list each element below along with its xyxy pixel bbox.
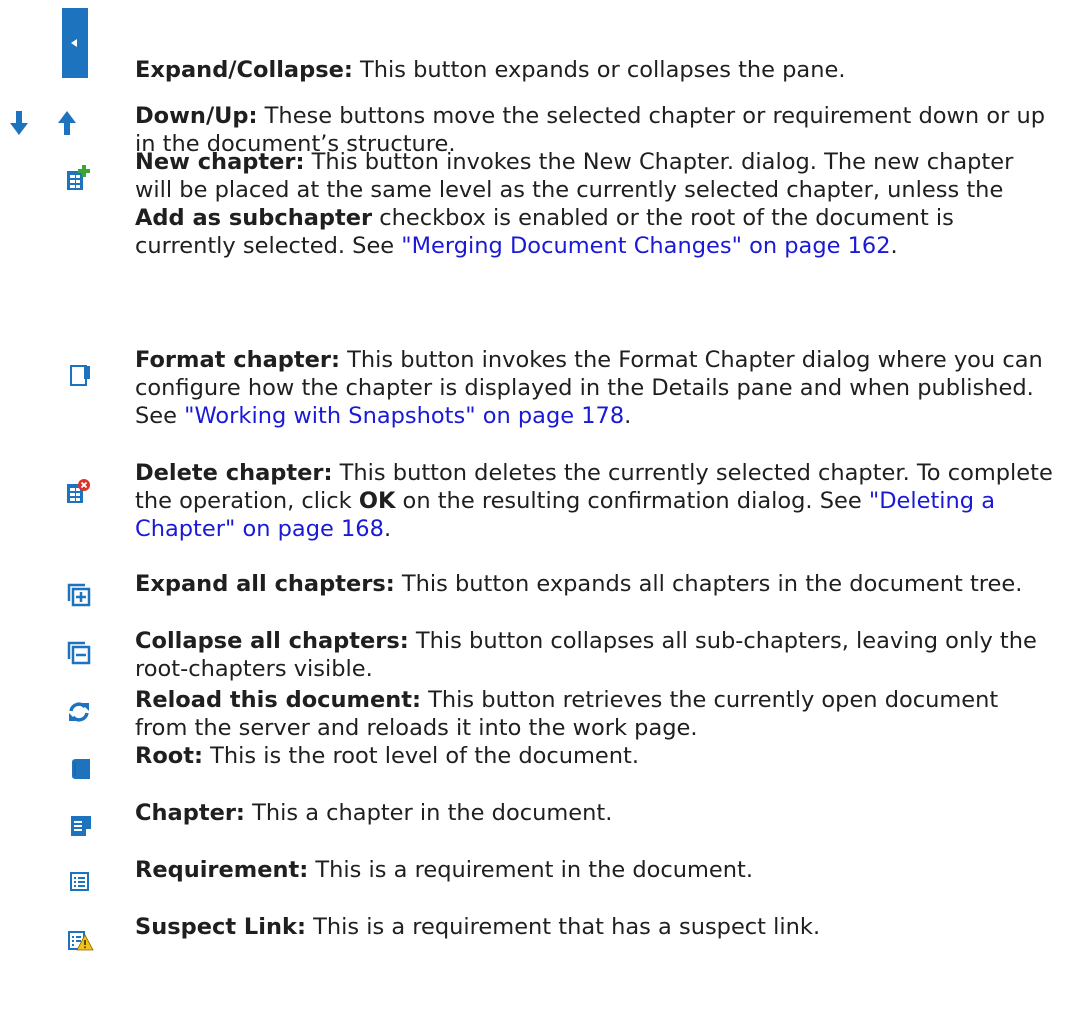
format-chapter-icon[interactable] <box>70 365 92 387</box>
requirement-icon <box>70 872 90 892</box>
item-term: Delete chapter: <box>135 460 333 486</box>
item-term: Requirement: <box>135 857 309 883</box>
suspect-link-icon <box>68 929 94 951</box>
collapse-all-icon[interactable] <box>67 641 91 665</box>
chapter-icon <box>70 815 92 837</box>
delete-chapter-icon[interactable] <box>67 478 91 504</box>
item-description: Root: This is the root level of the docu… <box>135 742 1055 770</box>
item-text: . <box>383 516 392 542</box>
item-text: . <box>890 233 898 259</box>
root-book-icon <box>70 758 92 780</box>
expand-all-icon[interactable] <box>67 583 91 607</box>
item-description: Expand all chapters: This button expands… <box>135 570 1055 598</box>
item-term: Format chapter: <box>135 347 340 373</box>
item-term: Expand/Collapse: <box>135 57 353 83</box>
reload-icon[interactable] <box>67 700 91 724</box>
item-text: This button expands or collapses the pan… <box>352 57 846 83</box>
item-description: Format chapter: This button invokes the … <box>135 346 1055 430</box>
item-bold-phrase: Add as subchapter <box>135 205 373 231</box>
item-bold-phrase: OK <box>358 488 396 514</box>
cross-reference-link[interactable]: "Working with Snapshots" on page 178 <box>184 403 624 429</box>
item-term: New chapter: <box>135 149 305 175</box>
item-text: on the resulting confirmation dialog. Se… <box>395 488 869 514</box>
item-term: Reload this document: <box>135 687 421 713</box>
item-description: Reload this document: This button retrie… <box>135 686 1055 742</box>
item-description: Expand/Collapse: This button expands or … <box>135 56 1055 84</box>
item-term: Collapse all chapters: <box>135 628 409 654</box>
item-term: Chapter: <box>135 800 245 826</box>
item-term: Down/Up: <box>135 103 258 129</box>
expand-collapse-pane-icon[interactable] <box>62 8 90 78</box>
item-description: Chapter: This a chapter in the document. <box>135 799 1055 827</box>
item-term: Root: <box>135 743 203 769</box>
item-text: This is a requirement in the document. <box>308 857 754 883</box>
item-text: This a chapter in the document. <box>244 800 613 826</box>
item-description: Collapse all chapters: This button colla… <box>135 627 1055 683</box>
item-text: . <box>624 403 632 429</box>
item-text: This is the root level of the document. <box>203 743 639 769</box>
item-description: New chapter: This button invokes the New… <box>135 148 1055 260</box>
item-description: Requirement: This is a requirement in th… <box>135 856 1055 884</box>
item-text: This is a requirement that has a suspect… <box>305 914 821 940</box>
item-description: Delete chapter: This button deletes the … <box>135 459 1055 543</box>
item-description: Suspect Link: This is a requirement that… <box>135 913 1055 941</box>
item-text: This button expands all chapters in the … <box>394 571 1023 597</box>
cross-reference-link[interactable]: "Merging Document Changes" on page 162 <box>401 233 890 259</box>
down-up-arrows-icon[interactable] <box>8 109 80 137</box>
item-term: Expand all chapters: <box>135 571 395 597</box>
new-chapter-icon[interactable] <box>67 165 91 191</box>
item-term: Suspect Link: <box>135 914 306 940</box>
